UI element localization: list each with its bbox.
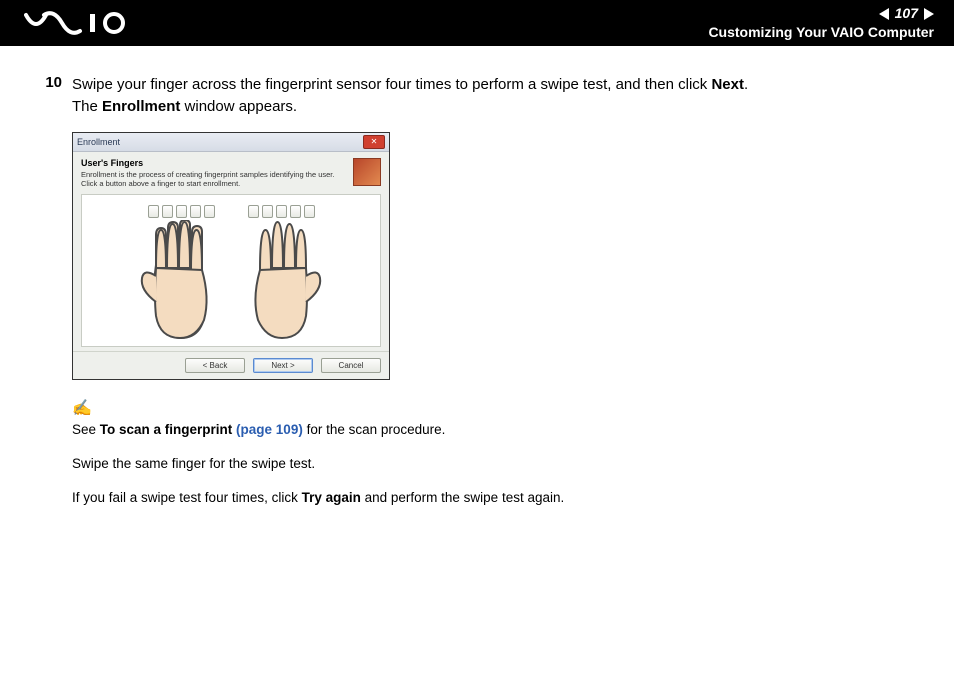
page-content: 10 Swipe your finger across the fingerpr… <box>0 46 954 562</box>
right-hand-icon <box>236 220 326 340</box>
note-text-part: If you fail a swipe test four times, cli… <box>72 490 302 505</box>
step-text: Swipe your finger across the fingerprint… <box>72 74 748 118</box>
note-text-part: See <box>72 422 100 437</box>
left-finger-boxes <box>136 205 226 218</box>
note-icon: ✍ <box>72 398 914 418</box>
note-text-part: and perform the swipe test again. <box>361 490 564 505</box>
screenshot-container: Enrollment ✕ User's Fingers Enrollment i… <box>72 132 914 380</box>
step-text-bold-next: Next <box>711 76 744 93</box>
window-titlebar: Enrollment ✕ <box>73 133 389 152</box>
finger-slot[interactable] <box>190 205 201 218</box>
finger-slot[interactable] <box>248 205 259 218</box>
step-number: 10 <box>40 74 62 118</box>
note-bold-tryagain: Try again <box>302 490 361 505</box>
right-hand-block <box>236 205 326 340</box>
left-hand-block <box>136 205 226 340</box>
header-bar: 107 Customizing Your VAIO Computer <box>0 0 954 46</box>
note-see-scan: See To scan a fingerprint (page 109) for… <box>72 420 914 440</box>
nav-next-icon[interactable] <box>924 8 934 20</box>
right-finger-boxes <box>236 205 326 218</box>
page-link-109[interactable]: (page 109) <box>236 422 303 437</box>
finger-slot[interactable] <box>276 205 287 218</box>
users-fingers-heading: User's Fingers <box>81 158 347 168</box>
note-bold-scan: To scan a fingerprint <box>100 422 236 437</box>
cancel-button[interactable]: Cancel <box>321 358 381 373</box>
note-try-again: If you fail a swipe test four times, cli… <box>72 488 914 508</box>
enrollment-description: Enrollment is the process of creating fi… <box>81 170 347 188</box>
nav-prev-icon[interactable] <box>879 8 889 20</box>
finger-slot[interactable] <box>204 205 215 218</box>
enrollment-window: Enrollment ✕ User's Fingers Enrollment i… <box>72 132 390 380</box>
step-text-part: window appears. <box>180 98 297 115</box>
finger-slot[interactable] <box>262 205 273 218</box>
window-footer: < Back Next > Cancel <box>73 351 389 379</box>
back-button[interactable]: < Back <box>185 358 245 373</box>
step-text-part: The <box>72 98 102 115</box>
next-button[interactable]: Next > <box>253 358 313 373</box>
left-hand-icon <box>136 220 226 340</box>
header-right: 107 Customizing Your VAIO Computer <box>708 5 934 41</box>
note-same-finger: Swipe the same finger for the swipe test… <box>72 454 914 474</box>
step-10: 10 Swipe your finger across the fingerpr… <box>40 74 914 118</box>
fingerprint-thumb-icon <box>353 158 381 186</box>
finger-slot[interactable] <box>176 205 187 218</box>
step-text-part: Swipe your finger across the fingerprint… <box>72 76 711 93</box>
hands-area <box>81 194 381 347</box>
finger-slot[interactable] <box>304 205 315 218</box>
page-nav: 107 <box>708 5 934 22</box>
page-number: 107 <box>895 5 918 22</box>
window-title: Enrollment <box>77 137 120 147</box>
section-title: Customizing Your VAIO Computer <box>708 24 934 41</box>
window-body: User's Fingers Enrollment is the process… <box>73 152 389 351</box>
note-text-part: for the scan procedure. <box>303 422 446 437</box>
step-text-part: . <box>744 76 748 93</box>
finger-slot[interactable] <box>290 205 301 218</box>
vaio-logo <box>24 11 134 35</box>
finger-slot[interactable] <box>148 205 159 218</box>
step-text-bold-enrollment: Enrollment <box>102 98 180 115</box>
close-icon[interactable]: ✕ <box>363 135 385 149</box>
finger-slot[interactable] <box>162 205 173 218</box>
